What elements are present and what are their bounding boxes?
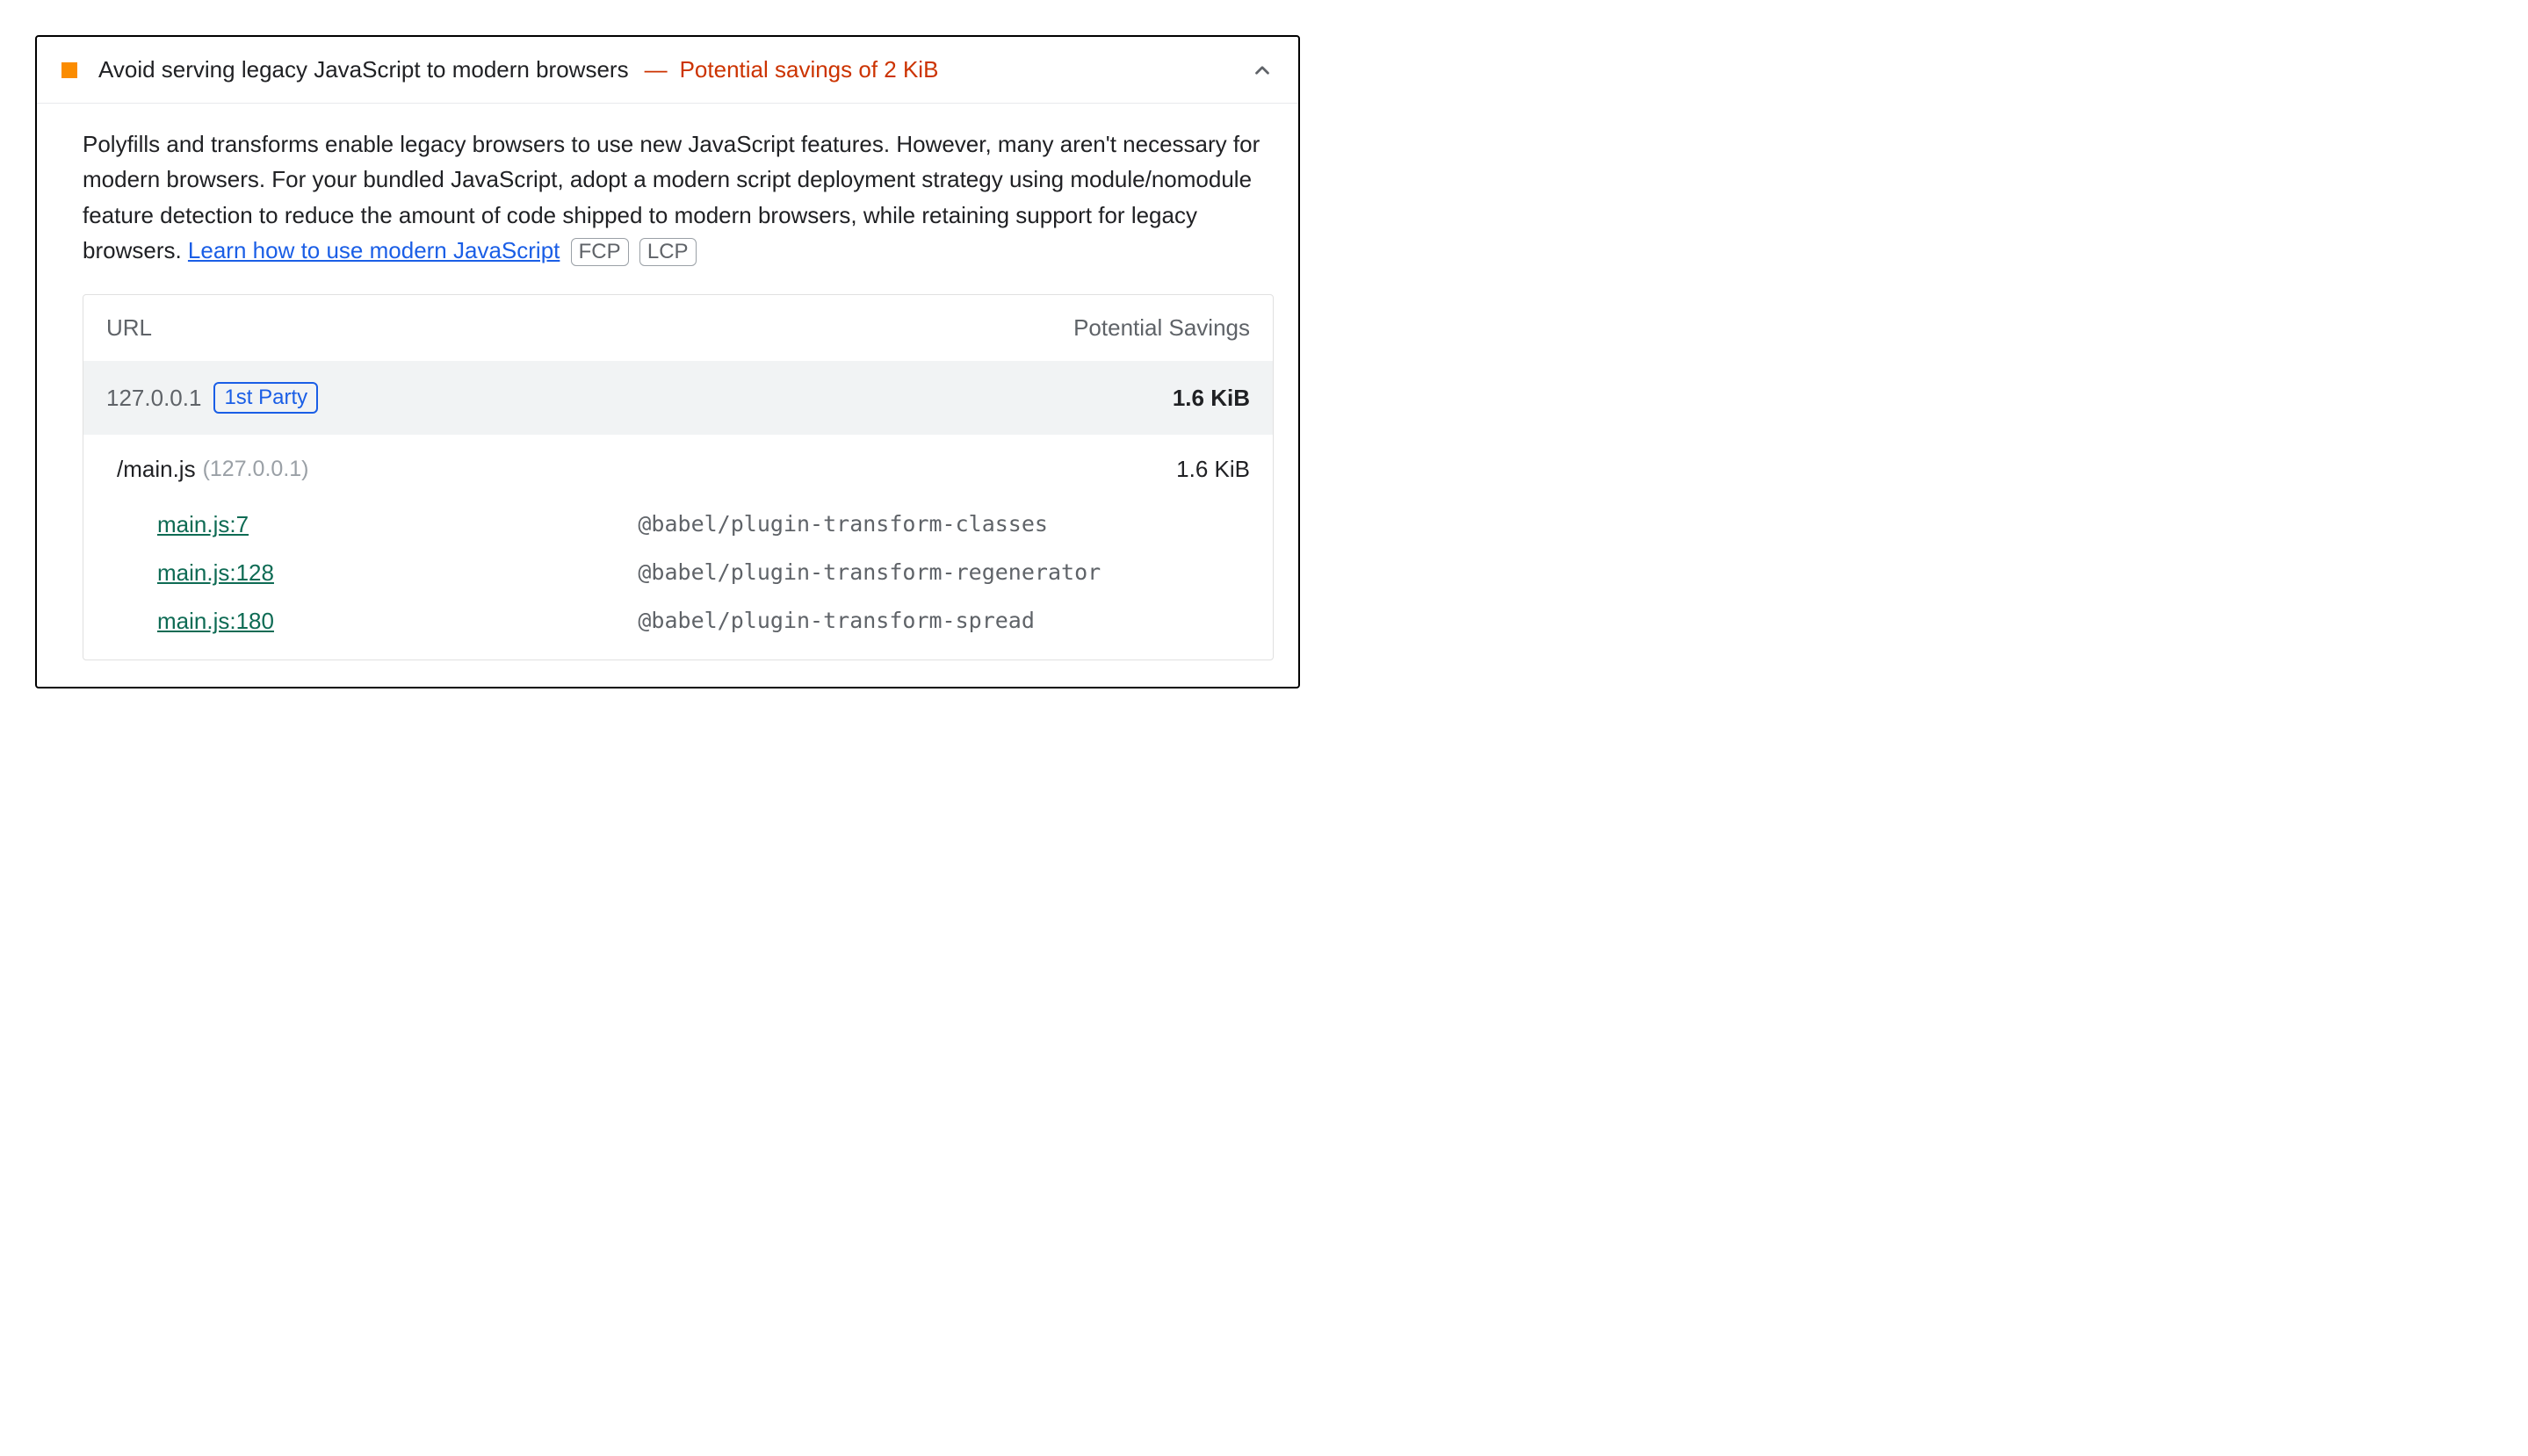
title-separator: — (645, 56, 668, 83)
transform-list: main.js:7 @babel/plugin-transform-classe… (83, 492, 1273, 660)
origin-host: 127.0.0.1 (106, 385, 201, 412)
chevron-up-icon[interactable] (1251, 59, 1274, 82)
column-header-savings: Potential Savings (1073, 314, 1250, 342)
audit-header[interactable]: Avoid serving legacy JavaScript to moder… (37, 37, 1298, 104)
origin-row: 127.0.0.1 1st Party 1.6 KiB (83, 361, 1273, 435)
plugin-name: @babel/plugin-transform-spread (638, 608, 1250, 635)
plugin-name: @babel/plugin-transform-classes (638, 511, 1250, 538)
audit-body: Polyfills and transforms enable legacy b… (37, 104, 1298, 687)
source-link[interactable]: main.js:7 (157, 511, 249, 538)
transform-row: main.js:7 @babel/plugin-transform-classe… (106, 501, 1250, 549)
file-row: /main.js (127.0.0.1) 1.6 KiB (83, 435, 1273, 492)
file-host: (127.0.0.1) (203, 457, 309, 482)
audit-description: Polyfills and transforms enable legacy b… (83, 126, 1274, 268)
column-header-url: URL (106, 314, 1073, 342)
transform-row: main.js:128 @babel/plugin-transform-rege… (106, 549, 1250, 597)
audit-panel: Avoid serving legacy JavaScript to moder… (35, 35, 1300, 688)
file-savings: 1.6 KiB (1176, 456, 1250, 483)
plugin-name: @babel/plugin-transform-regenerator (638, 559, 1250, 587)
transform-row: main.js:180 @babel/plugin-transform-spre… (106, 597, 1250, 645)
source-link[interactable]: main.js:128 (157, 559, 274, 587)
source-link[interactable]: main.js:180 (157, 608, 274, 635)
result-table: URL Potential Savings 127.0.0.1 1st Part… (83, 294, 1274, 660)
metric-badge-lcp: LCP (639, 238, 697, 266)
origin-savings: 1.6 KiB (1173, 385, 1250, 412)
status-square-icon (61, 62, 77, 78)
file-path: /main.js (117, 456, 196, 483)
learn-more-link[interactable]: Learn how to use modern JavaScript (188, 237, 560, 263)
audit-title: Avoid serving legacy JavaScript to moder… (98, 56, 629, 83)
first-party-badge: 1st Party (213, 382, 318, 414)
metric-badge-fcp: FCP (571, 238, 629, 266)
table-header: URL Potential Savings (83, 295, 1273, 361)
savings-summary: Potential savings of 2 KiB (680, 56, 939, 83)
